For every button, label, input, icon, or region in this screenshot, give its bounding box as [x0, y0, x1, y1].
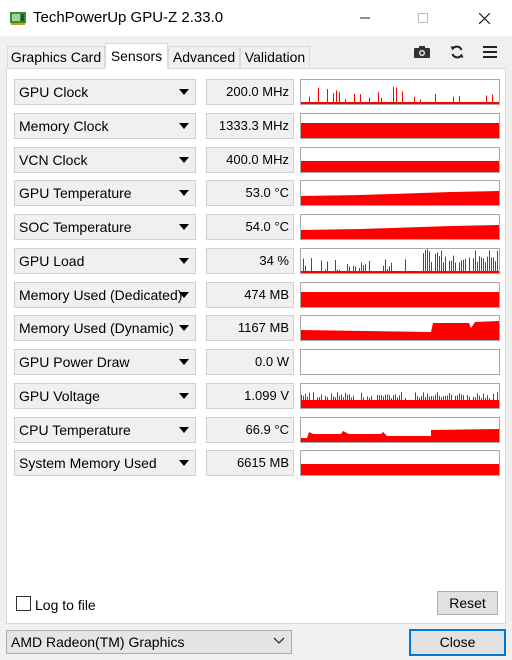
- tab-validation[interactable]: Validation: [240, 46, 310, 67]
- sensor-graph: [300, 383, 500, 409]
- sensor-name-dropdown[interactable]: SOC Temperature: [14, 214, 196, 240]
- chevron-down-icon: [273, 637, 285, 644]
- sensor-row: GPU Temperature 53.0 °C: [14, 180, 500, 206]
- sensor-value: 1.099 V: [206, 383, 294, 409]
- sensor-name-dropdown[interactable]: Memory Clock: [14, 113, 196, 139]
- sensor-name-label: SOC Temperature: [19, 219, 132, 235]
- log-to-file-checkbox[interactable]: [16, 596, 31, 611]
- sensor-row: CPU Temperature 66.9 °C: [14, 417, 500, 443]
- minimize-button[interactable]: [342, 0, 388, 36]
- sensor-value: 474 MB: [206, 282, 294, 308]
- sensor-name-label: Memory Clock: [19, 118, 109, 134]
- dropdown-arrow-icon: [179, 359, 189, 365]
- tab-strip: Graphics Card Sensors Advanced Validatio…: [0, 36, 512, 69]
- dropdown-arrow-icon: [179, 224, 189, 230]
- camera-icon: [414, 46, 430, 58]
- sensor-value: 54.0 °C: [206, 214, 294, 240]
- sensor-row: Memory Used (Dedicated) 474 MB: [14, 282, 500, 308]
- sensor-graph: [300, 113, 500, 139]
- sensor-row: System Memory Used 6615 MB: [14, 450, 500, 476]
- sensor-value: 1333.3 MHz: [206, 113, 294, 139]
- close-button[interactable]: Close: [409, 629, 506, 656]
- sensor-graph: [300, 450, 500, 476]
- dropdown-arrow-icon: [179, 292, 189, 298]
- dropdown-arrow-icon: [179, 427, 189, 433]
- log-to-file-label: Log to file: [35, 597, 96, 613]
- sensor-name-label: System Memory Used: [19, 455, 157, 471]
- tab-sensors[interactable]: Sensors: [105, 43, 168, 69]
- sensor-value: 1167 MB: [206, 315, 294, 341]
- sensor-name-dropdown[interactable]: CPU Temperature: [14, 417, 196, 443]
- title-bar: TechPowerUp GPU-Z 2.33.0: [0, 0, 512, 36]
- maximize-icon: [418, 13, 428, 23]
- sensor-value: 34 %: [206, 248, 294, 274]
- sensor-row: GPU Load 34 %: [14, 248, 500, 274]
- close-icon: [478, 12, 490, 24]
- sensor-name-label: GPU Load: [19, 253, 85, 269]
- gpu-z-app-icon: [10, 12, 26, 25]
- dropdown-arrow-icon: [179, 460, 189, 466]
- sensor-name-dropdown[interactable]: Memory Used (Dedicated): [14, 282, 196, 308]
- sensor-name-dropdown[interactable]: Memory Used (Dynamic): [14, 315, 196, 341]
- tab-graphics-card[interactable]: Graphics Card: [7, 46, 105, 67]
- dropdown-arrow-icon: [179, 123, 189, 129]
- sensor-row: GPU Power Draw 0.0 W: [14, 349, 500, 375]
- sensor-name-dropdown[interactable]: GPU Clock: [14, 79, 196, 105]
- sensor-name-label: GPU Power Draw: [19, 354, 130, 370]
- refresh-button[interactable]: [447, 43, 467, 61]
- sensor-name-dropdown[interactable]: GPU Voltage: [14, 383, 196, 409]
- screenshot-button[interactable]: [412, 43, 432, 61]
- sensor-row: Memory Clock 1333.3 MHz: [14, 113, 500, 139]
- sensor-graph: [300, 248, 500, 274]
- reset-button[interactable]: Reset: [437, 591, 498, 615]
- dropdown-arrow-icon: [179, 258, 189, 264]
- sensor-value: 66.9 °C: [206, 417, 294, 443]
- window-title: TechPowerUp GPU-Z 2.33.0: [33, 9, 224, 26]
- tab-advanced[interactable]: Advanced: [168, 46, 240, 67]
- sensor-name-dropdown[interactable]: GPU Power Draw: [14, 349, 196, 375]
- sensor-value: 0.0 W: [206, 349, 294, 375]
- maximize-button[interactable]: [400, 0, 446, 36]
- sensor-graph: [300, 349, 500, 375]
- dropdown-arrow-icon: [179, 89, 189, 95]
- sensor-graph: [300, 417, 500, 443]
- dropdown-arrow-icon: [179, 157, 189, 163]
- dropdown-arrow-icon: [179, 325, 189, 331]
- gpu-select-value: AMD Radeon(TM) Graphics: [11, 634, 185, 650]
- sensor-row: SOC Temperature 54.0 °C: [14, 214, 500, 240]
- sensor-name-dropdown[interactable]: System Memory Used: [14, 450, 196, 476]
- sensor-row: GPU Clock 200.0 MHz: [14, 79, 500, 105]
- sensor-graph: [300, 282, 500, 308]
- sensor-name-dropdown[interactable]: VCN Clock: [14, 147, 196, 173]
- sensor-name-dropdown[interactable]: GPU Load: [14, 248, 196, 274]
- sensor-graph: [300, 180, 500, 206]
- sensor-graph: [300, 315, 500, 341]
- sensor-row: GPU Voltage 1.099 V: [14, 383, 500, 409]
- sensor-name-label: Memory Used (Dynamic): [19, 320, 174, 336]
- menu-icon: [483, 46, 497, 58]
- sensor-name-label: Memory Used (Dedicated): [19, 287, 183, 303]
- gpu-select-dropdown[interactable]: AMD Radeon(TM) Graphics: [6, 630, 292, 654]
- sensor-row: Memory Used (Dynamic) 1167 MB: [14, 315, 500, 341]
- dropdown-arrow-icon: [179, 393, 189, 399]
- sensor-graph: [300, 214, 500, 240]
- menu-button[interactable]: [480, 43, 500, 61]
- minimize-icon: [360, 17, 370, 19]
- sensor-name-label: GPU Voltage: [19, 388, 100, 404]
- sensor-graph: [300, 147, 500, 173]
- sensor-name-label: GPU Clock: [19, 84, 89, 100]
- sensor-value: 400.0 MHz: [206, 147, 294, 173]
- sensor-value: 53.0 °C: [206, 180, 294, 206]
- sensor-value: 6615 MB: [206, 450, 294, 476]
- sensor-name-dropdown[interactable]: GPU Temperature: [14, 180, 196, 206]
- sensor-name-label: VCN Clock: [19, 152, 88, 168]
- sensor-value: 200.0 MHz: [206, 79, 294, 105]
- close-window-button[interactable]: [461, 0, 507, 36]
- dropdown-arrow-icon: [179, 190, 189, 196]
- sensor-name-label: GPU Temperature: [19, 185, 132, 201]
- sensor-graph: [300, 79, 500, 105]
- sensor-row: VCN Clock 400.0 MHz: [14, 147, 500, 173]
- sensor-name-label: CPU Temperature: [19, 422, 131, 438]
- refresh-icon: [450, 45, 464, 59]
